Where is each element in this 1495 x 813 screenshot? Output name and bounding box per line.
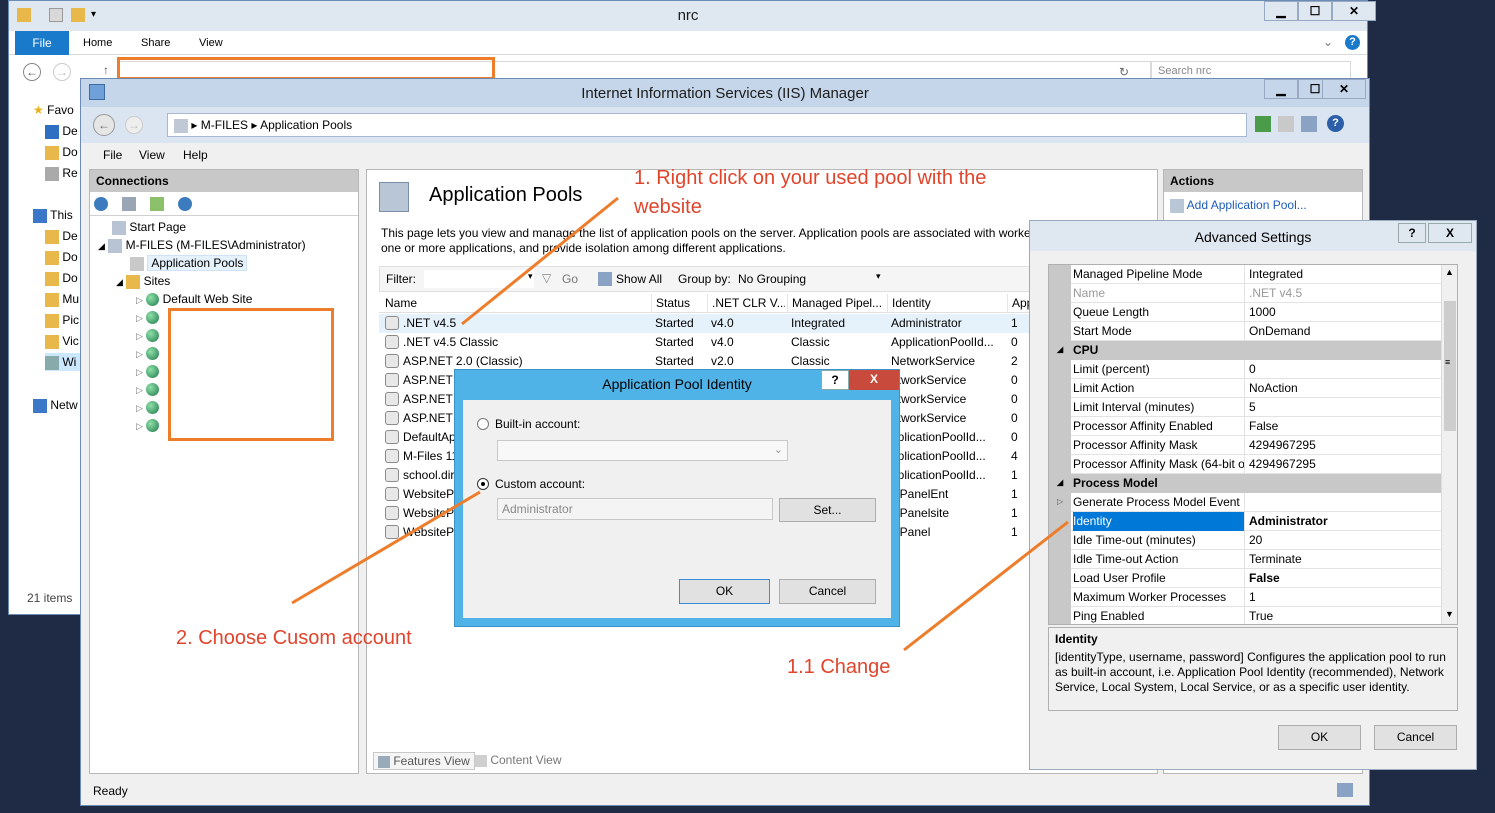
arrow-step1 <box>461 196 619 326</box>
annotation-lines <box>291 196 1069 652</box>
arrow-step11 <box>903 520 1069 652</box>
annotation-step2: 2. Choose Cusom account <box>176 627 412 649</box>
annotation-step1: 1. Right click on your used pool with th… <box>634 167 987 218</box>
annotation-step11: 1.1 Change <box>787 656 891 678</box>
arrow-step2 <box>291 490 481 605</box>
